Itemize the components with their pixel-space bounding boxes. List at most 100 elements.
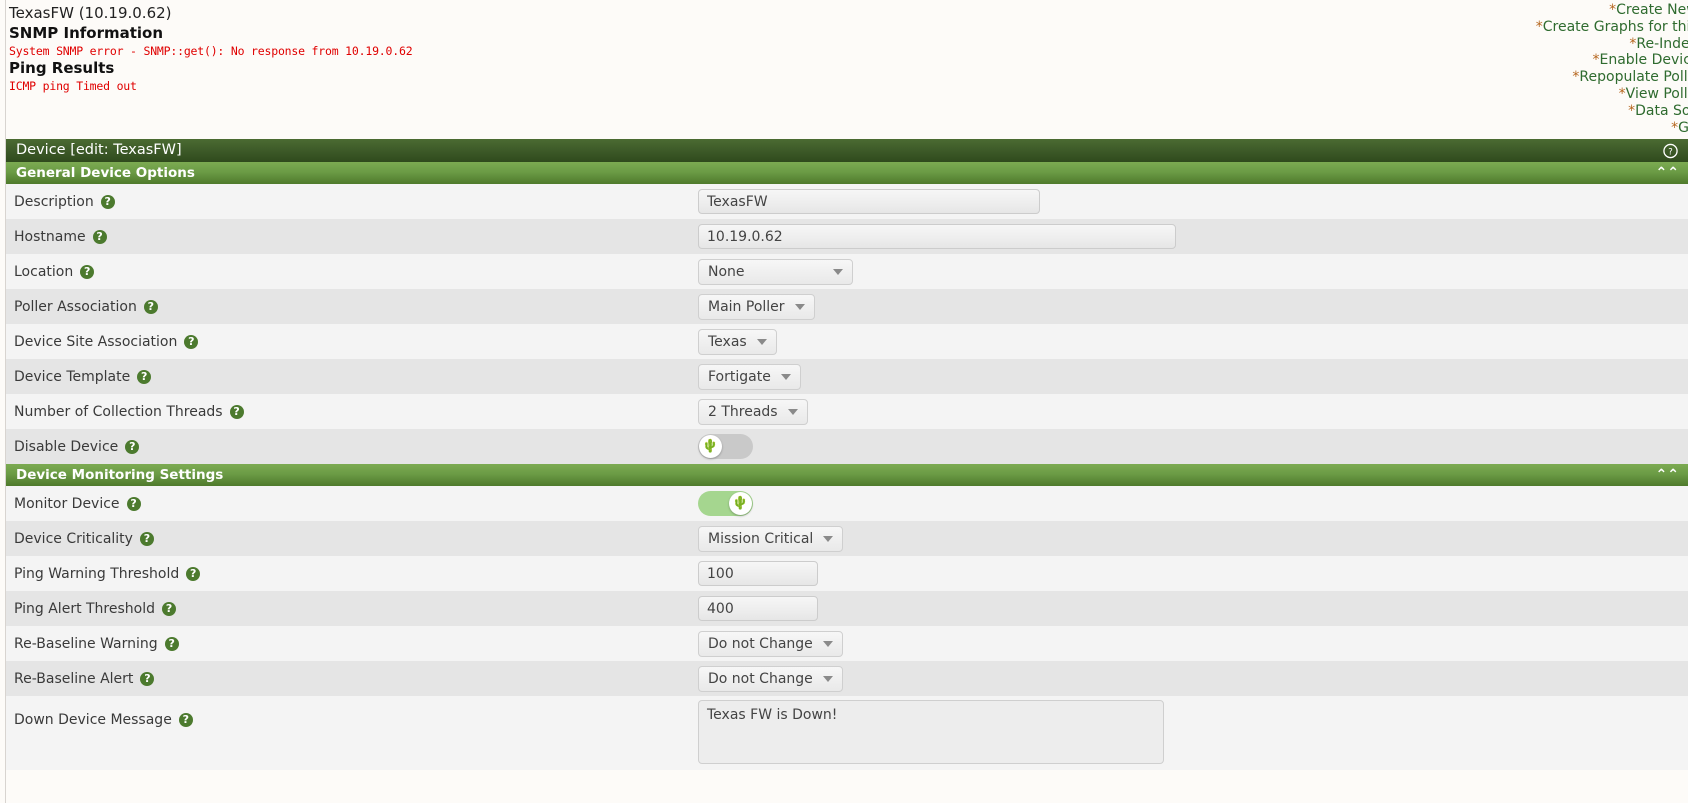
row-disable-device: Disable Device ? 🌵 [6, 429, 1688, 464]
monitor-device-toggle[interactable]: 🌵 [698, 491, 753, 516]
chevron-down-icon [787, 408, 798, 415]
help-icon[interactable]: ? [92, 229, 107, 244]
poller-association-select[interactable]: Main Poller [698, 293, 815, 320]
help-icon[interactable]: ? [1663, 143, 1678, 158]
rebaseline-warning-select[interactable]: Do not Change [698, 630, 843, 657]
row-ping-alert-threshold: Ping Alert Threshold ? [6, 591, 1688, 626]
row-rebaseline-warning: Re-Baseline Warning ? Do not Change [6, 626, 1688, 661]
device-site-association-select[interactable]: Texas [698, 328, 777, 355]
action-create-new-device[interactable]: *Create New Device [1130, 2, 1688, 19]
collection-threads-select[interactable]: 2 Threads [698, 398, 808, 425]
row-description: Description ? [6, 184, 1688, 219]
row-ping-warning-threshold: Ping Warning Threshold ? [6, 556, 1688, 591]
chevron-up-double-icon[interactable]: ⌃⌃ [1656, 468, 1679, 482]
svg-text:?: ? [1668, 146, 1672, 156]
device-title: TexasFW (10.19.0.62) [9, 4, 172, 22]
cacti-device-edit-page: TexasFW (10.19.0.62) SNMP Information Sy… [0, 0, 1688, 803]
device-action-links: *Create New Device *Create Graphs for th… [1130, 2, 1688, 136]
ping-warning-threshold-input[interactable] [698, 561, 818, 586]
description-input[interactable] [698, 189, 1040, 214]
help-icon[interactable]: ? [137, 369, 152, 384]
help-icon[interactable]: ? [162, 601, 177, 616]
panel-title-text: Device [edit: TexasFW] [16, 142, 182, 158]
chevron-down-icon [822, 640, 833, 647]
row-collection-threads: Number of Collection Threads ? 2 Threads [6, 394, 1688, 429]
help-icon[interactable]: ? [164, 636, 179, 651]
collection-threads-value: 2 Threads [708, 403, 778, 420]
label-disable-device: Disable Device ? [6, 439, 698, 455]
label-hostname: Hostname ? [6, 229, 698, 245]
chevron-down-icon [756, 338, 767, 345]
action-re-index-device[interactable]: *Re-Index Device [1130, 36, 1688, 53]
help-icon[interactable]: ? [186, 566, 201, 581]
action-repopulate-poller-cache[interactable]: *Repopulate Poller Cache [1130, 69, 1688, 86]
ping-alert-threshold-input[interactable] [698, 596, 818, 621]
chevron-down-icon [833, 268, 843, 275]
row-rebaseline-alert: Re-Baseline Alert ? Do not Change [6, 661, 1688, 696]
help-icon[interactable]: ? [126, 496, 141, 511]
label-down-device-message: Down Device Message ? [6, 700, 698, 728]
label-location: Location ? [6, 264, 698, 280]
label-rebaseline-alert: Re-Baseline Alert ? [6, 671, 698, 687]
row-hostname: Hostname ? [6, 219, 1688, 254]
row-down-device-message: Down Device Message ? [6, 696, 1688, 770]
chevron-down-icon [823, 535, 834, 542]
chevron-down-icon [822, 675, 833, 682]
label-monitor-device: Monitor Device ? [6, 496, 698, 512]
help-icon[interactable]: ? [100, 194, 115, 209]
help-icon[interactable]: ? [125, 439, 140, 454]
down-device-message-textarea[interactable] [698, 700, 1164, 764]
device-criticality-select[interactable]: Mission Critical [698, 525, 844, 552]
label-device-template: Device Template ? [6, 369, 698, 385]
help-icon[interactable]: ? [184, 334, 199, 349]
row-device-criticality: Device Criticality ? Mission Critical [6, 521, 1688, 556]
snmp-error-message: System SNMP error - SNMP::get(): No resp… [9, 44, 413, 58]
location-select[interactable]: None [698, 258, 853, 285]
snmp-information-heading: SNMP Information [9, 24, 164, 42]
row-poller-association: Poller Association ? Main Poller [6, 289, 1688, 324]
label-device-criticality: Device Criticality ? [6, 531, 698, 547]
action-enable-device-debug[interactable]: *Enable Device Debug [1130, 52, 1688, 69]
action-graph-list[interactable]: *Graph List [1130, 120, 1688, 137]
help-icon[interactable]: ? [143, 299, 158, 314]
action-data-source-list[interactable]: *Data Source List [1130, 103, 1688, 120]
cactus-icon: 🌵 [702, 439, 719, 454]
device-template-select[interactable]: Fortigate [698, 363, 801, 390]
asterisk-icon: * [1535, 18, 1543, 35]
section-title: General Device Options [16, 165, 195, 181]
device-template-value: Fortigate [708, 368, 771, 385]
device-status-header: TexasFW (10.19.0.62) SNMP Information Sy… [9, 3, 909, 94]
action-create-graphs-for-this-device[interactable]: *Create Graphs for this Device [1130, 19, 1688, 36]
chevron-down-icon [794, 303, 805, 310]
help-icon[interactable]: ? [80, 264, 95, 279]
section-title: Device Monitoring Settings [16, 467, 224, 483]
ping-results-heading: Ping Results [9, 59, 115, 77]
row-location: Location ? None [6, 254, 1688, 289]
cactus-icon: 🌵 [732, 496, 749, 511]
asterisk-icon: * [1618, 85, 1626, 102]
help-icon[interactable]: ? [229, 404, 244, 419]
label-device-site-association: Device Site Association ? [6, 334, 698, 350]
device-site-association-value: Texas [708, 333, 747, 350]
row-device-site-association: Device Site Association ? Texas [6, 324, 1688, 359]
help-icon[interactable]: ? [140, 671, 155, 686]
hostname-input[interactable] [698, 224, 1176, 249]
label-collection-threads: Number of Collection Threads ? [6, 404, 698, 420]
disable-device-toggle[interactable]: 🌵 [698, 434, 753, 459]
help-icon[interactable]: ? [139, 531, 154, 546]
rebaseline-alert-select[interactable]: Do not Change [698, 665, 843, 692]
label-ping-warning-threshold: Ping Warning Threshold ? [6, 566, 698, 582]
rebaseline-warning-value: Do not Change [708, 635, 813, 652]
location-value: None [708, 263, 745, 280]
rebaseline-alert-value: Do not Change [708, 670, 813, 687]
section-general-device-options[interactable]: General Device Options ⌃⌃ [6, 162, 1688, 184]
device-criticality-value: Mission Critical [708, 530, 814, 547]
toggle-knob: 🌵 [699, 435, 722, 458]
action-view-poller-cache[interactable]: *View Poller Cache [1130, 86, 1688, 103]
chevron-up-double-icon[interactable]: ⌃⌃ [1656, 166, 1679, 180]
toggle-knob: 🌵 [729, 492, 752, 515]
section-device-monitoring-settings[interactable]: Device Monitoring Settings ⌃⌃ [6, 464, 1688, 486]
chevron-down-icon [780, 373, 791, 380]
help-icon[interactable]: ? [178, 713, 193, 727]
row-monitor-device: Monitor Device ? 🌵 [6, 486, 1688, 521]
